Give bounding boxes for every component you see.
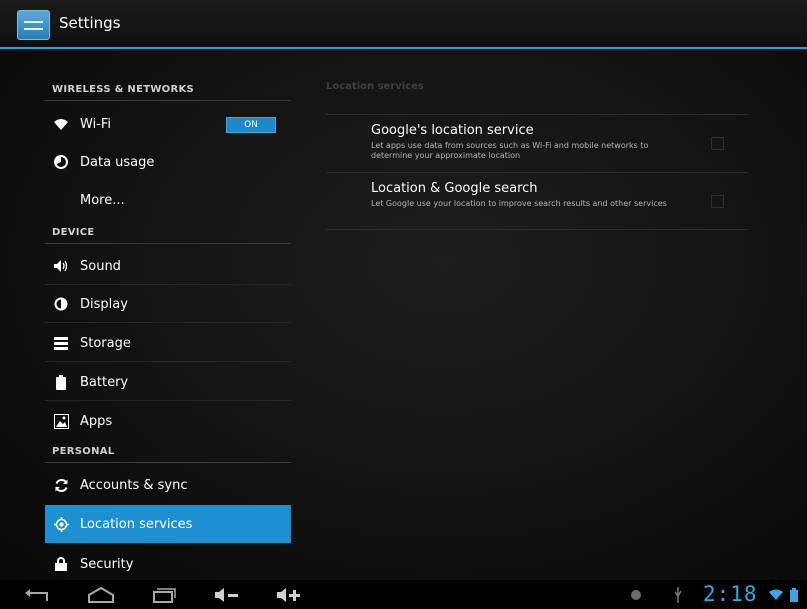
list-divider <box>45 361 291 362</box>
apps-icon <box>53 413 69 429</box>
header-item-label: Wi-Fi <box>80 116 112 132</box>
header-item-label: Apps <box>80 413 113 429</box>
header-item-apps[interactable]: Apps <box>45 402 291 440</box>
list-divider <box>45 400 291 401</box>
more-icon-placeholder <box>53 192 69 208</box>
header-item-label: Data usage <box>80 154 155 170</box>
header-item-battery[interactable]: Battery <box>45 363 291 401</box>
section-divider <box>45 462 291 463</box>
header-item-label: Location services <box>80 516 193 532</box>
sync-icon <box>53 477 69 493</box>
header-item-security[interactable]: Security <box>45 545 291 583</box>
pref-google-location-service[interactable]: Google's location service Let apps use d… <box>371 123 711 161</box>
wifi-status-icon <box>768 585 784 605</box>
recent-apps-icon[interactable] <box>150 585 178 605</box>
volume-up-icon[interactable] <box>274 585 304 605</box>
action-bar: Settings <box>0 0 807 49</box>
pref-location-google-search[interactable]: Location & Google search Let Google use … <box>371 181 711 209</box>
location-search-checkbox[interactable] <box>711 195 724 208</box>
list-divider <box>45 322 291 323</box>
storage-icon <box>53 335 69 351</box>
detail-divider <box>326 229 748 230</box>
volume-down-icon[interactable] <box>212 585 242 605</box>
data-usage-icon <box>53 154 69 170</box>
battery-icon <box>53 374 69 390</box>
google-location-checkbox[interactable] <box>711 137 724 150</box>
brightness-icon <box>53 296 69 312</box>
wifi-icon <box>53 116 69 132</box>
app-title: Settings <box>59 14 121 32</box>
status-clock: 2:18 <box>703 582 758 606</box>
header-item-display[interactable]: Display <box>45 285 291 323</box>
location-icon <box>53 516 69 532</box>
lock-icon <box>53 556 69 572</box>
header-item-label: More... <box>80 192 125 208</box>
battery-status-icon <box>788 585 800 605</box>
system-navigation-bar <box>0 580 807 609</box>
header-item-accounts-sync[interactable]: Accounts & sync <box>45 466 291 504</box>
pref-summary: Let Google use your location to improve … <box>371 199 667 208</box>
header-item-more[interactable]: More... <box>45 181 291 219</box>
header-item-label: Storage <box>80 335 131 351</box>
section-header-wireless: WIRELESS & NETWORKS <box>52 84 195 95</box>
header-item-location-services[interactable]: Location services <box>45 505 291 543</box>
detail-divider <box>326 114 748 115</box>
notification-icon[interactable] <box>628 585 644 605</box>
wifi-toggle[interactable]: ON <box>226 117 276 133</box>
header-item-label: Display <box>80 296 128 312</box>
detail-divider <box>326 172 748 173</box>
section-header-personal: PERSONAL <box>52 446 115 457</box>
pref-title: Google's location service <box>371 123 534 138</box>
section-header-device: DEVICE <box>52 227 95 238</box>
section-divider <box>45 243 291 244</box>
header-item-storage[interactable]: Storage <box>45 324 291 362</box>
home-icon[interactable] <box>86 585 116 605</box>
back-icon[interactable] <box>22 585 50 605</box>
header-item-label: Battery <box>80 374 129 390</box>
header-item-data-usage[interactable]: Data usage <box>45 143 291 181</box>
detail-header: Location services <box>326 81 424 92</box>
header-item-label: Security <box>80 556 134 572</box>
usb-icon[interactable] <box>671 585 685 605</box>
pref-summary: Let apps use data from sources such as W… <box>371 141 649 160</box>
header-item-label: Sound <box>80 258 121 274</box>
settings-app-icon[interactable] <box>17 10 50 40</box>
pref-title: Location & Google search <box>371 181 538 196</box>
header-item-sound[interactable]: Sound <box>45 247 291 285</box>
header-item-label: Accounts & sync <box>80 477 188 493</box>
section-divider <box>45 100 291 101</box>
speaker-icon <box>53 258 69 274</box>
